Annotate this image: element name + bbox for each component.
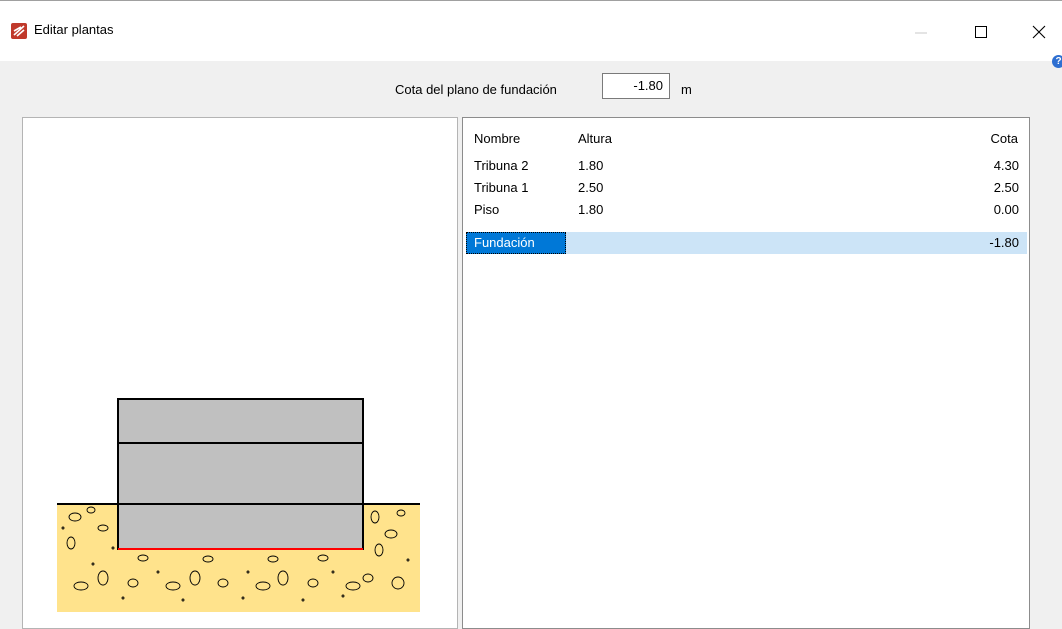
row-name: Tribuna 1 (474, 180, 529, 195)
row-height[interactable]: 2.50 (578, 180, 603, 195)
row-cota: 0.00 (993, 202, 1019, 217)
soil-bottom (57, 550, 420, 612)
minimize-button[interactable] (898, 16, 944, 46)
title-bar: Editar plantas (0, 0, 1062, 61)
table-row[interactable]: Piso 1.80 0.00 (466, 199, 1027, 221)
table-row[interactable]: Tribuna 1 2.50 2.50 (466, 177, 1027, 199)
row-name: Fundación (466, 232, 566, 254)
table-row[interactable]: Tribuna 2 1.80 4.30 (466, 155, 1027, 177)
building-floor-tribuna-2 (117, 398, 364, 444)
row-height[interactable]: 1.80 (578, 158, 603, 173)
row-name: Piso (474, 202, 500, 217)
building-floor-piso (117, 503, 364, 550)
table-row-selected[interactable]: Fundación -1.80 (466, 232, 1027, 254)
row-cota: 2.50 (993, 180, 1019, 195)
help-icon[interactable]: ? (1052, 55, 1062, 68)
close-button[interactable] (1016, 16, 1062, 46)
close-icon (1032, 25, 1046, 39)
maximize-button[interactable] (958, 16, 1004, 46)
maximize-icon (975, 26, 987, 38)
foundation-label: Cota del plano de fundación (395, 82, 557, 97)
minimize-icon (915, 32, 927, 34)
row-name: Tribuna 2 (474, 158, 529, 173)
window-title: Editar plantas (34, 22, 114, 37)
building-floor-tribuna-1 (117, 442, 364, 505)
row-cota: -1.80 (989, 235, 1019, 250)
building-preview (22, 117, 458, 629)
foundation-input[interactable]: -1.80 (602, 73, 670, 99)
header-name[interactable]: Nombre (474, 131, 520, 146)
foundation-unit: m (681, 82, 692, 97)
row-height[interactable]: 1.80 (578, 202, 603, 217)
app-icon (11, 23, 27, 39)
row-cota: 4.30 (993, 158, 1019, 173)
floors-table: Nombre Altura Cota Tribuna 2 1.80 4.30 T… (462, 117, 1030, 629)
header-cota[interactable]: Cota (991, 131, 1018, 146)
header-height[interactable]: Altura (578, 131, 612, 146)
